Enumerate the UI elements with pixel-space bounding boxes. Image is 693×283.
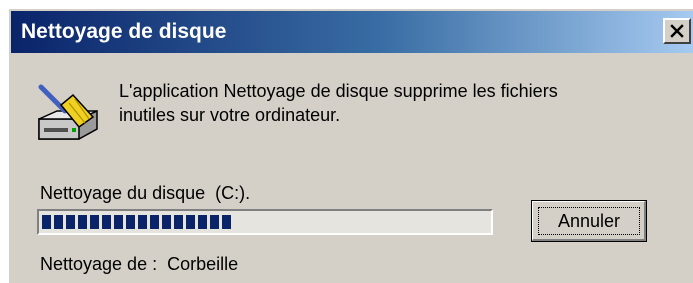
description-text: L'application Nettoyage de disque suppri… — [119, 81, 558, 125]
progress-bar — [37, 209, 493, 235]
window-title: Nettoyage de disque — [21, 20, 227, 43]
close-button[interactable] — [663, 18, 691, 44]
cancel-button-label: Annuler — [557, 211, 621, 231]
drive-label: Nettoyage du disque (C:). — [40, 183, 251, 203]
disk-cleanup-broom-icon — [38, 84, 98, 140]
status-text: Nettoyage de : Corbeille — [40, 254, 239, 274]
title-bar: Nettoyage de disque — [11, 11, 693, 53]
disk-cleanup-dialog: Nettoyage de disque L'application Nettoy… — [8, 8, 693, 283]
progress-fill — [42, 215, 231, 229]
cancel-button[interactable]: Annuler — [531, 200, 647, 242]
close-icon — [670, 24, 684, 38]
